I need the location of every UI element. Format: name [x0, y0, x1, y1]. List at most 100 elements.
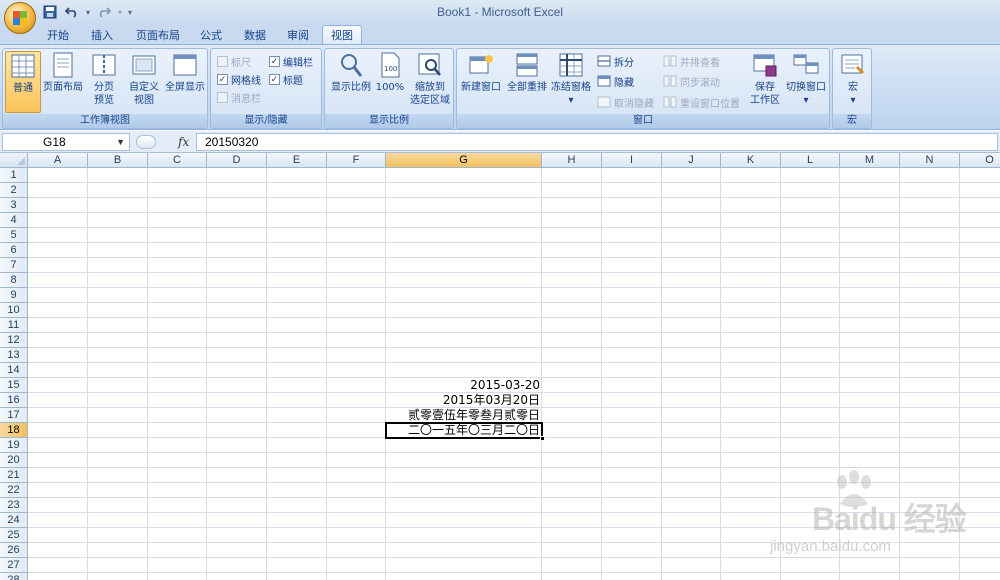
row-header-20[interactable]: 20	[0, 453, 28, 468]
row-header-2[interactable]: 2	[0, 183, 28, 198]
row-header-7[interactable]: 7	[0, 258, 28, 273]
row-gridline	[28, 287, 1000, 288]
row-header-10[interactable]: 10	[0, 303, 28, 318]
column-header-e[interactable]: E	[267, 153, 327, 168]
row-header-1[interactable]: 1	[0, 168, 28, 183]
cell-g15[interactable]: 2015-03-20	[386, 378, 542, 393]
full-screen-label: 全屏显示	[165, 82, 205, 93]
column-header-m[interactable]: M	[840, 153, 900, 168]
row-header-12[interactable]: 12	[0, 333, 28, 348]
zoom-selection-label-2: 选定区域	[410, 95, 450, 106]
column-header-g[interactable]: G	[386, 153, 542, 168]
freeze-panes-button[interactable]: 冻结窗格 ▾	[549, 51, 593, 107]
cell-g16[interactable]: 2015年03月20日	[386, 393, 542, 408]
column-header-c[interactable]: C	[148, 153, 207, 168]
office-button[interactable]	[4, 2, 36, 34]
side-by-side-button[interactable]: 并排查看	[663, 53, 720, 69]
ruler-checkbox[interactable]: 标尺	[217, 53, 251, 69]
switch-windows-button[interactable]: 切换窗口 ▾	[783, 51, 829, 107]
row-header-3[interactable]: 3	[0, 198, 28, 213]
row-header-19[interactable]: 19	[0, 438, 28, 453]
group-macros: 宏 ▾ 宏	[832, 48, 872, 129]
zoom-100-button[interactable]: 100 100%	[373, 51, 407, 94]
page-layout-view-button[interactable]: 页面布局	[41, 51, 85, 94]
row-header-28[interactable]: 28	[0, 573, 28, 580]
cell-g17[interactable]: 贰零壹伍年零叁月贰零日	[386, 408, 542, 423]
row-header-6[interactable]: 6	[0, 243, 28, 258]
macros-button[interactable]: 宏 ▾	[837, 51, 869, 107]
row-header-8[interactable]: 8	[0, 273, 28, 288]
new-window-button[interactable]: 新建窗口	[459, 51, 503, 94]
split-icon	[597, 55, 611, 67]
tab-page-layout[interactable]: 页面布局	[130, 25, 186, 44]
select-all-button[interactable]	[0, 153, 28, 168]
hide-button[interactable]: 隐藏	[597, 73, 634, 89]
row-header-4[interactable]: 4	[0, 213, 28, 228]
normal-view-button[interactable]: 普通	[5, 51, 41, 113]
name-box-dropdown-icon[interactable]: ▼	[116, 134, 125, 150]
sync-scroll-button[interactable]: 同步滚动	[663, 73, 720, 89]
zoom-button[interactable]: 显示比例	[329, 51, 373, 94]
row-header-22[interactable]: 22	[0, 483, 28, 498]
row-header-17[interactable]: 17	[0, 408, 28, 423]
fill-handle[interactable]	[540, 436, 545, 441]
tab-data[interactable]: 数据	[238, 25, 272, 44]
column-header-d[interactable]: D	[207, 153, 267, 168]
reset-position-button[interactable]: 重设窗口位置	[663, 94, 740, 110]
row-header-21[interactable]: 21	[0, 468, 28, 483]
full-screen-button[interactable]: 全屏显示	[163, 51, 207, 94]
row-header-23[interactable]: 23	[0, 498, 28, 513]
gridlines-checkbox[interactable]: ✓ 网格线	[217, 71, 261, 87]
row-header-11[interactable]: 11	[0, 318, 28, 333]
row-header-18[interactable]: 18	[0, 423, 28, 438]
message-bar-checkbox[interactable]: 消息栏	[217, 89, 261, 105]
row-header-15[interactable]: 15	[0, 378, 28, 393]
name-box[interactable]: G18 ▼	[2, 133, 130, 151]
column-header-o[interactable]: O	[960, 153, 1000, 168]
column-header-b[interactable]: B	[88, 153, 148, 168]
row-header-24[interactable]: 24	[0, 513, 28, 528]
zoom-to-selection-button[interactable]: 缩放到 选定区域	[409, 51, 451, 107]
row-header-13[interactable]: 13	[0, 348, 28, 363]
row-header-26[interactable]: 26	[0, 543, 28, 558]
save-workspace-label-1: 保存	[755, 82, 775, 93]
column-header-j[interactable]: J	[662, 153, 721, 168]
tab-formulas[interactable]: 公式	[194, 25, 228, 44]
row-header-27[interactable]: 27	[0, 558, 28, 573]
formula-bar-resize-handle[interactable]	[136, 135, 156, 149]
formula-bar-checkbox[interactable]: ✓ 编辑栏	[269, 53, 313, 69]
row-header-9[interactable]: 9	[0, 288, 28, 303]
custom-views-button[interactable]: 自定义 视图	[125, 51, 163, 107]
column-header-f[interactable]: F	[327, 153, 386, 168]
column-header-h[interactable]: H	[542, 153, 602, 168]
column-header-k[interactable]: K	[721, 153, 781, 168]
active-cell-border[interactable]	[385, 422, 545, 441]
row-gridline	[28, 302, 1000, 303]
column-header-n[interactable]: N	[900, 153, 960, 168]
column-gridline	[661, 168, 662, 580]
insert-function-icon[interactable]: fx	[178, 135, 189, 149]
row-header-25[interactable]: 25	[0, 528, 28, 543]
page-break-preview-button[interactable]: 分页 预览	[87, 51, 121, 107]
tab-insert[interactable]: 插入	[84, 25, 120, 44]
watermark-url: jingyan.baidu.com	[770, 538, 891, 555]
tab-review[interactable]: 审阅	[280, 25, 316, 44]
column-header-a[interactable]: A	[28, 153, 88, 168]
save-workspace-button[interactable]: 保存 工作区	[745, 51, 785, 107]
watermark: Baidu 经验 jingyan.baidu.com	[760, 470, 990, 570]
split-button[interactable]: 拆分	[597, 53, 634, 69]
column-gridline	[206, 168, 207, 580]
row-header-14[interactable]: 14	[0, 363, 28, 378]
unhide-button[interactable]: 取消隐藏	[597, 94, 654, 110]
tab-home[interactable]: 开始	[40, 25, 76, 44]
formula-input[interactable]: 20150320	[196, 133, 998, 151]
row-header-5[interactable]: 5	[0, 228, 28, 243]
arrange-all-button[interactable]: 全部重排	[505, 51, 549, 94]
tab-view[interactable]: 视图	[322, 25, 362, 44]
custom-views-icon	[132, 55, 156, 75]
row-gridline	[28, 272, 1000, 273]
column-header-l[interactable]: L	[781, 153, 840, 168]
headings-checkbox[interactable]: ✓ 标题	[269, 71, 303, 87]
row-header-16[interactable]: 16	[0, 393, 28, 408]
column-header-i[interactable]: I	[602, 153, 662, 168]
